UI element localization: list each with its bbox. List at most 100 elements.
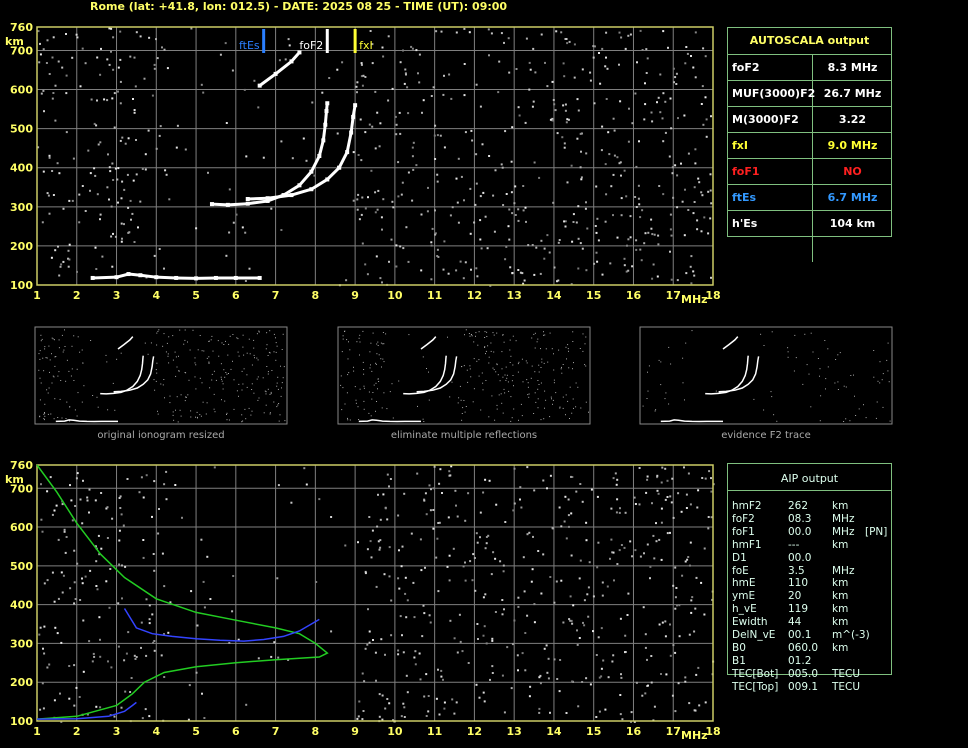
thumb-noise [551,398,552,400]
noise-dot [390,599,393,602]
noise-dot [428,614,431,617]
noise-dot [662,92,665,95]
thumb-noise [375,382,377,384]
noise-dot [629,236,632,239]
x-tick-label: 13 [507,725,522,738]
noise-dot [681,574,684,577]
noise-dot [448,73,451,76]
thumb-noise [232,334,234,335]
noise-dot [500,163,503,166]
thumb-noise [220,376,222,378]
noise-dot [526,533,529,536]
noise-dot [315,581,318,583]
noise-dot [523,279,526,282]
noise-dot [400,565,403,568]
noise-dot [413,656,416,659]
noise-dot [483,625,486,628]
thumb-noise [47,413,49,415]
noise-dot [99,218,101,221]
noise-dot [112,179,115,181]
noise-dot [93,167,96,170]
noise-dot [523,590,526,593]
aip-unit: TECU [832,680,861,693]
aip-unit: MHz [832,525,855,538]
noise-dot [380,216,383,219]
autoscala-row-muf-3000-f2: MUF(3000)F2 26.7 MHz [728,80,891,107]
thumb-noise [835,359,837,360]
autoscala-value: 9.0 MHz [827,139,878,152]
noise-dot [586,227,589,230]
noise-dot [107,153,109,156]
noise-dot [570,512,573,515]
thumb-noise [771,331,773,333]
noise-dot [147,129,150,132]
noise-dot [503,711,506,714]
noise-dot [38,61,41,64]
thumb-noise [535,401,537,403]
noise-dot [533,161,536,164]
echo-point [225,202,230,207]
noise-dot [491,637,494,640]
noise-dot [411,47,414,50]
noise-dot [502,564,505,567]
thumb-noise [534,392,536,394]
y-tick-label: 400 [10,162,33,175]
noise-dot [532,535,534,538]
noise-dot [91,660,94,663]
thumb-noise [241,421,243,423]
thumb-noise [185,372,187,374]
noise-dot [52,194,55,196]
noise-dot [448,579,451,582]
noise-dot [75,686,78,689]
echo-point [351,114,356,119]
thumb-noise [40,340,42,342]
noise-dot [124,142,127,145]
noise-dot [526,466,529,469]
thumb-noise [44,415,46,417]
thumb-noise [502,376,504,378]
x-axis-label: MHz [681,293,708,306]
noise-dot [58,274,61,277]
thumb-noise [221,380,223,382]
noise-dot [117,167,120,170]
thumb-noise [422,418,424,420]
noise-dot [54,626,57,629]
noise-dot [442,93,445,96]
noise-dot [88,488,91,491]
noise-dot [619,713,622,716]
thumb-noise [77,392,79,394]
noise-dot [112,68,115,71]
thumb-noise [66,359,68,361]
thumb-noise [469,368,471,370]
x-tick-label: 4 [152,289,160,302]
thumb-noise [153,379,155,381]
noise-dot [651,233,654,236]
noise-dot [624,511,627,514]
noise-dot [48,663,51,666]
thumb-noise [74,409,76,411]
noise-dot [479,511,482,514]
thumb-noise [69,406,71,408]
noise-dot [619,100,622,103]
noise-dot [46,490,49,493]
noise-dot [374,211,377,214]
noise-dot [641,209,644,212]
thumb-noise [251,410,253,412]
noise-dot [404,592,407,595]
noise-dot [60,571,63,574]
thumb-noise [376,401,377,402]
thumb-noise [77,336,79,338]
thumb-noise [213,393,215,395]
noise-dot [605,98,608,100]
noise-dot [614,472,617,475]
noise-dot [570,475,572,478]
thumb-noise [569,418,570,419]
thumb-noise [48,345,50,347]
autoscala-row-fxi: fxI 9.0 MHz [728,132,891,159]
thumbnail-2 [639,326,893,425]
noise-dot [142,556,145,559]
noise-dot [486,247,489,250]
noise-dot [698,704,701,707]
thumb-noise [544,390,546,392]
thumb-noise [45,357,47,359]
